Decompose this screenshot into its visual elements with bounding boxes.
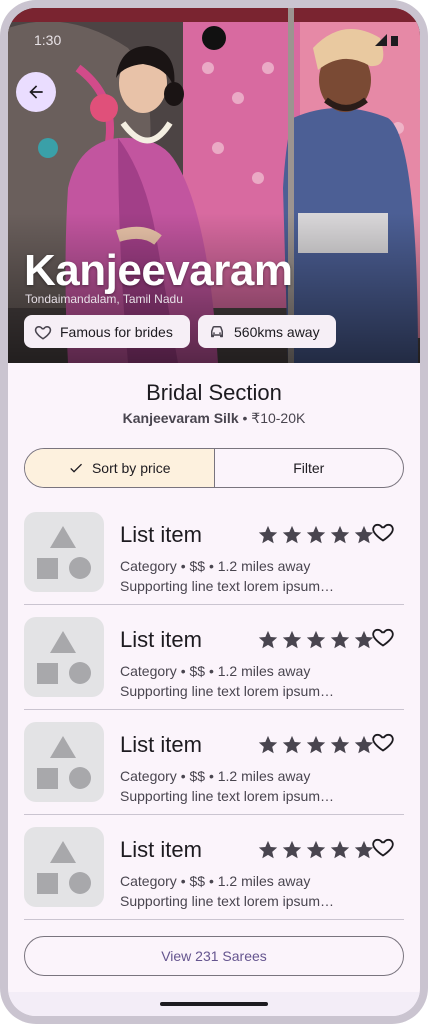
favorite-button[interactable] [371,835,395,864]
shapes-placeholder-icon [37,736,91,789]
rating-stars [257,839,375,861]
screen: 1:30 Kanjeevaram Tondaimandalam, Tamil N… [8,8,420,1016]
star-icon [330,840,350,859]
star-icon [282,840,302,859]
section-title: Bridal Section [146,380,282,405]
list-item-title: List item [120,627,202,652]
favorite-button[interactable] [371,520,395,549]
star-icon [258,525,278,544]
view-sarees-button[interactable]: View 231 Sarees [24,936,404,976]
heart-outline-icon [34,325,52,340]
arrow-back-icon [29,85,43,99]
gesture-area [8,992,420,1016]
chip-label: 560kms away [234,323,320,340]
list-item-title: List item [120,522,202,547]
section-subtitle-price: • ₹10-20K [238,410,306,426]
star-icon [306,630,326,649]
device-frame: 1:30 Kanjeevaram Tondaimandalam, Tamil N… [0,0,428,1024]
car-icon [211,325,223,337]
list-item-meta: Category • $$ • 1.2 miles away [120,558,311,574]
sort-label: Sort by price [91,460,171,476]
star-icon [258,630,278,649]
star-icon [306,525,326,544]
hero-title: Kanjeevaram [24,246,293,295]
heart-outline-icon [372,628,394,647]
star-icon [258,735,278,754]
shapes-placeholder-icon [37,631,91,684]
signal-icon [375,34,387,46]
list-item-meta: Category • $$ • 1.2 miles away [120,873,311,889]
rating-stars [257,734,375,756]
chip-famous-for-brides[interactable]: Famous for brides [24,315,190,348]
list-item-title: List item [120,837,202,862]
chip-distance[interactable]: 560kms away [198,315,336,348]
list-item[interactable]: List item Category • $$ • 1.2 miles away S… [24,815,404,920]
favorite-button[interactable] [371,730,395,759]
rating-stars [257,524,375,546]
thumbnail-placeholder [24,512,104,592]
heart-outline-icon [372,733,394,752]
hero-image: 1:30 Kanjeevaram Tondaimandalam, Tamil N… [8,8,420,363]
status-icons [375,34,398,46]
status-time: 1:30 [34,32,62,48]
section-subtitle: Kanjeevaram Silk • ₹10-20K [8,410,420,427]
list-item-supporting-text: Supporting line text lorem ipsum… [120,683,334,699]
list-item-title: List item [120,732,202,757]
filter-button[interactable]: Filter [215,449,404,487]
camera-cutout [202,26,226,50]
check-icon [70,463,82,473]
thumbnail-placeholder [24,617,104,697]
saree-list: List item Category • $$ • 1.2 miles away S… [24,500,404,920]
star-icon [282,735,302,754]
chip-label: Famous for brides [60,323,173,340]
star-icon [282,525,302,544]
heart-outline-icon [372,838,394,857]
list-item[interactable]: List item Category • $$ • 1.2 miles away S… [24,605,404,710]
favorite-button[interactable] [371,625,395,654]
section-subtitle-bold: Kanjeevaram Silk [122,410,239,426]
list-item-meta: Category • $$ • 1.2 miles away [120,768,311,784]
star-icon [330,525,350,544]
list-item-meta: Category • $$ • 1.2 miles away [120,663,311,679]
star-icon [258,840,278,859]
hero-location: Tondaimandalam, Tamil Nadu [25,292,183,306]
list-item[interactable]: List item Category • $$ • 1.2 miles away S… [24,500,404,605]
thumbnail-placeholder [24,827,104,907]
thumbnail-placeholder [24,722,104,802]
shapes-placeholder-icon [37,841,91,894]
heart-outline-icon [372,523,394,542]
star-icon [330,630,350,649]
star-icon [330,735,350,754]
home-indicator[interactable] [160,1002,268,1006]
shapes-placeholder-icon [37,526,91,579]
rating-stars [257,629,375,651]
back-button[interactable] [16,72,56,112]
list-item-supporting-text: Supporting line text lorem ipsum… [120,788,334,804]
star-icon [282,630,302,649]
list-item[interactable]: List item Category • $$ • 1.2 miles away S… [24,710,404,815]
star-icon [306,735,326,754]
segmented-control: Sort by price Filter [24,448,404,488]
filter-label: Filter [293,460,325,476]
list-item-supporting-text: Supporting line text lorem ipsum… [120,893,334,909]
star-icon [306,840,326,859]
battery-icon [391,36,398,46]
sort-by-price-button[interactable]: Sort by price [25,449,215,487]
list-item-supporting-text: Supporting line text lorem ipsum… [120,578,334,594]
